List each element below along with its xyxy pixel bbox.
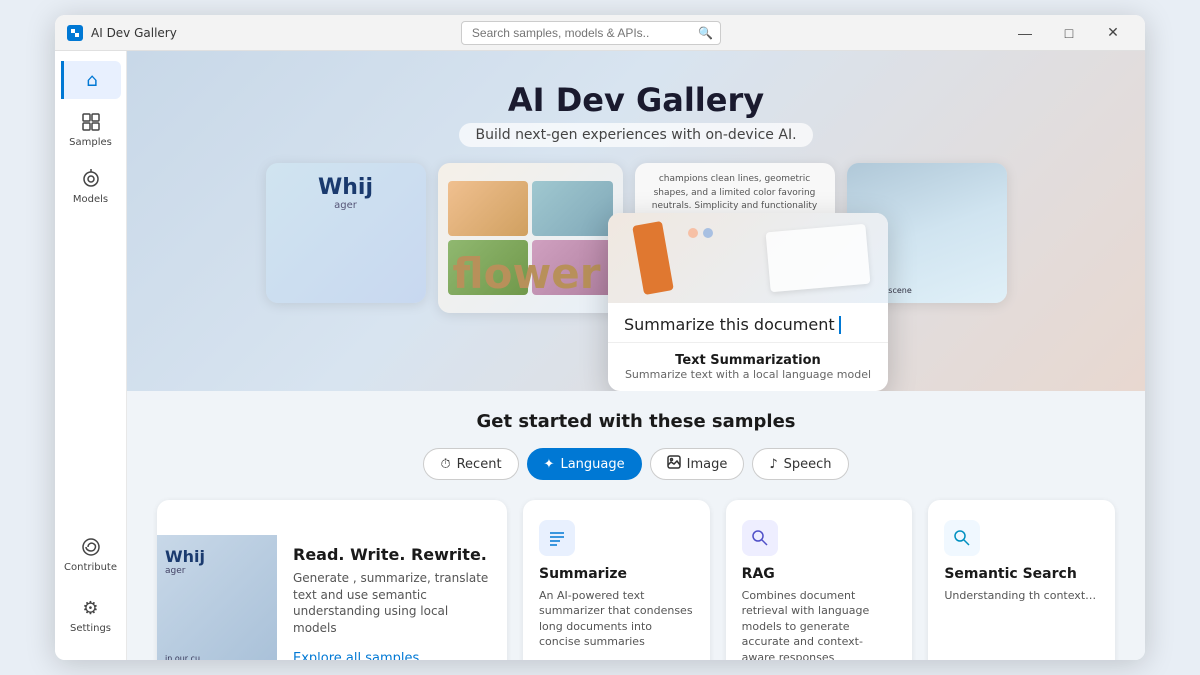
window-title: AI Dev Gallery [91, 26, 177, 40]
samples-icon [80, 111, 102, 133]
main-sample-card: Whij ager in our cu Read. Write. Rewrite… [157, 500, 507, 660]
summarize-card-title: Summarize [539, 566, 694, 582]
semantic-search-card: Semantic Search Understanding th context… [928, 500, 1115, 660]
popup-input-area: Summarize this document [608, 303, 888, 342]
popup-suggestion[interactable]: Text Summarization Summarize text with a… [608, 342, 888, 391]
rag-card-title: RAG [742, 566, 897, 582]
language-icon: ✦ [544, 457, 555, 472]
sidebar-item-samples[interactable]: Samples [61, 103, 121, 156]
tab-speech[interactable]: ♪ Speech [752, 448, 848, 480]
app-icon [67, 25, 83, 41]
hero-title: AI Dev Gallery [147, 81, 1125, 119]
sidebar: ⌂ Samples [55, 51, 127, 660]
search-icon: 🔍 [698, 26, 713, 40]
search-card-icon [944, 520, 980, 556]
explore-link[interactable]: Explore all samples [293, 651, 419, 660]
sidebar-item-contribute[interactable]: Contribute [61, 528, 121, 581]
summarize-card-desc: An AI-powered text summarizer that conde… [539, 588, 694, 660]
filter-tabs: ⏱ Recent ✦ Language Image ♪ [157, 448, 1115, 480]
sidebar-item-models[interactable]: Models [61, 160, 121, 213]
bottom-section: Get started with these samples ⏱ Recent … [127, 391, 1145, 660]
content-area: AI Dev Gallery Build next-gen experience… [127, 51, 1145, 660]
tab-recent[interactable]: ⏱ Recent [423, 448, 518, 480]
models-label: Models [73, 194, 108, 205]
home-icon: ⌂ [81, 69, 103, 91]
suggestion-title: Text Summarization [624, 353, 872, 368]
semantic-search-desc: Understanding th context of querie relyi… [944, 588, 1099, 660]
settings-label: Settings [70, 623, 111, 634]
thumb-sub: ager [165, 566, 185, 576]
popup-dot-2 [703, 228, 713, 238]
hero-cards: Whij ager flower [147, 163, 1125, 313]
models-icon [80, 168, 102, 190]
hero-section: AI Dev Gallery Build next-gen experience… [127, 51, 1145, 391]
app-window: AI Dev Gallery 🔍 — □ ✕ ⌂ [55, 15, 1145, 660]
flower-img-2 [532, 181, 613, 236]
hero-card-left: Whij ager [266, 163, 426, 303]
hero-card-flower: flower [438, 163, 623, 313]
flower-text: flower [453, 249, 601, 298]
recent-icon: ⏱ [440, 457, 450, 472]
popup-orange-shape [632, 221, 674, 295]
image-label: Image [687, 457, 728, 472]
get-started-title: Get started with these samples [157, 411, 1115, 432]
rag-card-icon [742, 520, 778, 556]
search-input[interactable] [461, 21, 721, 45]
hero-subtitle: Build next-gen experiences with on-devic… [147, 127, 1125, 143]
close-button[interactable]: ✕ [1093, 19, 1133, 47]
samples-label: Samples [69, 137, 112, 148]
popup-dot-1 [688, 228, 698, 238]
summarize-card-icon [539, 520, 575, 556]
summarize-popup: Summarize this document Text Summarizati… [608, 213, 888, 391]
sidebar-item-settings[interactable]: ⚙ Settings [61, 589, 121, 642]
sidebar-item-home[interactable]: ⌂ [61, 61, 121, 99]
thumb-bottom: in our cu [165, 654, 200, 660]
main-card-text: Read. Write. Rewrite. Generate , summari… [277, 529, 507, 660]
recent-label: Recent [457, 457, 502, 472]
popup-dots [688, 228, 713, 238]
window-controls: — □ ✕ [1005, 19, 1133, 47]
flower-img-1 [448, 181, 529, 236]
popup-paper [766, 224, 871, 292]
main-layout: ⌂ Samples [55, 51, 1145, 660]
hero-card-sub: ager [278, 200, 414, 211]
settings-icon: ⚙ [80, 597, 102, 619]
rag-card: RAG Combines document retrieval with lan… [726, 500, 913, 660]
main-card-desc: Generate , summarize, translate text and… [293, 570, 491, 637]
speech-icon: ♪ [769, 457, 777, 472]
sample-cards: Whij ager in our cu Read. Write. Rewrite… [157, 500, 1115, 660]
tab-image[interactable]: Image [650, 448, 745, 480]
thumb-whij: Whij [165, 547, 205, 566]
minimize-button[interactable]: — [1005, 19, 1045, 47]
speech-label: Speech [784, 457, 832, 472]
contribute-label: Contribute [64, 562, 117, 573]
popup-cursor [839, 316, 841, 334]
main-card-title: Read. Write. Rewrite. [293, 545, 491, 564]
image-icon [667, 455, 681, 473]
main-card-thumb: Whij ager in our cu [157, 535, 277, 660]
summarize-card: Summarize An AI-powered text summarizer … [523, 500, 710, 660]
language-label: Language [560, 457, 624, 472]
semantic-search-title: Semantic Search [944, 566, 1099, 582]
popup-input-text: Summarize this document [624, 315, 872, 334]
contribute-icon [80, 536, 102, 558]
maximize-button[interactable]: □ [1049, 19, 1089, 47]
titlebar: AI Dev Gallery 🔍 — □ ✕ [55, 15, 1145, 51]
whij-text: Whij [278, 175, 414, 200]
popup-top [608, 213, 888, 303]
suggestion-desc: Summarize text with a local language mod… [624, 368, 872, 381]
tab-language[interactable]: ✦ Language [527, 448, 642, 480]
search-area: 🔍 [185, 21, 997, 45]
rag-card-desc: Combines document retrieval with languag… [742, 588, 897, 660]
